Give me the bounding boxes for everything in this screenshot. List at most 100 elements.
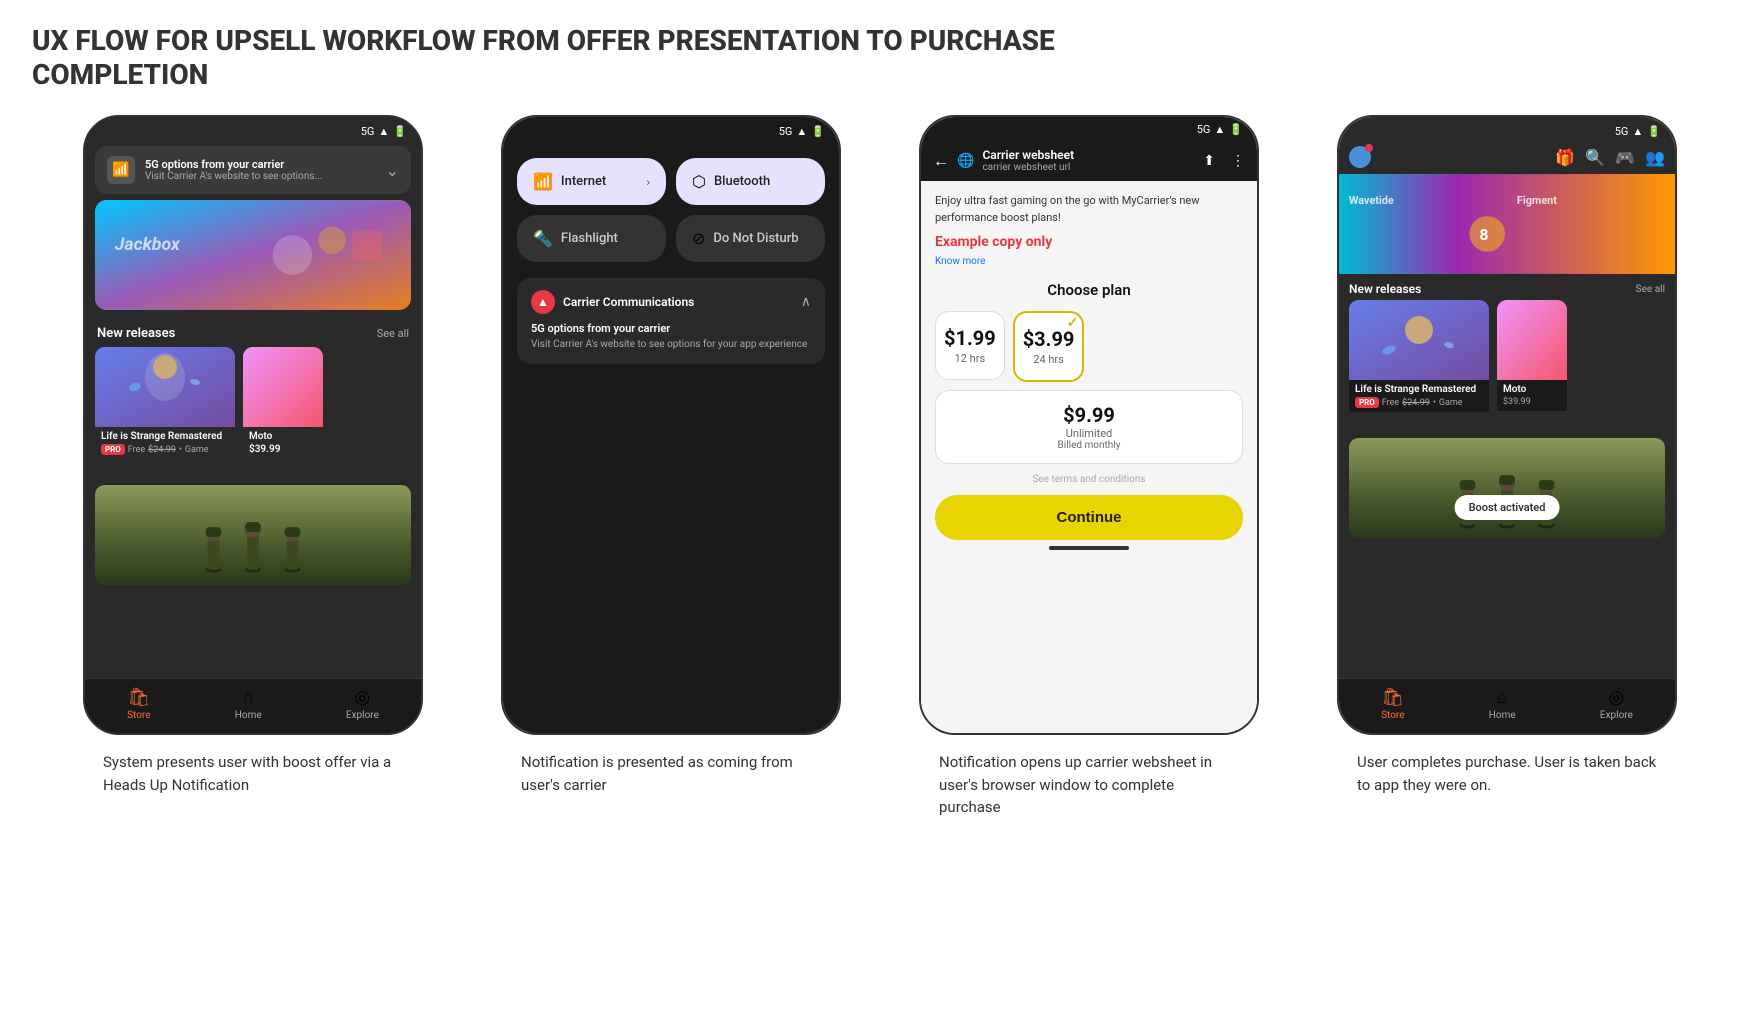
phone-2-caption: Notification is presented as coming from…: [521, 751, 821, 796]
phone-2-tile-bluetooth[interactable]: ⬡ Bluetooth: [676, 158, 825, 205]
phone-3-unlimited-billing: Billed monthly: [944, 440, 1234, 451]
phone-4-game-art-2: [1497, 300, 1567, 380]
phone-1-game-info-2: Moto $39.99: [243, 427, 323, 459]
phone-1-nav-explore[interactable]: ◎ Explore: [346, 687, 379, 721]
phone-3-plans-row: $1.99 12 hrs $3.99 24 hrs ✓: [935, 311, 1243, 382]
phone-4-game-art-1: [1349, 300, 1489, 380]
phone-1-pro-badge-1: PRO: [101, 444, 125, 455]
phone-4-signal-icon: ▲: [1632, 125, 1643, 138]
phone-4-nav-explore-label: Explore: [1600, 710, 1633, 721]
phone-1-nav-store[interactable]: 🛍 Store: [127, 687, 150, 721]
phone-4-bottom-nav: 🛍 Store ⌂ Home ◎ Explore: [1339, 678, 1675, 733]
phone-1-game-meta-2: $39.99: [249, 444, 317, 455]
phone-4-nav-home[interactable]: ⌂ Home: [1489, 687, 1516, 721]
phone-4-nav-store[interactable]: 🛍 Store: [1381, 687, 1404, 721]
phone-3-browser-topbar: ← 🌐 Carrier websheet carrier websheet ur…: [921, 140, 1257, 181]
phone-1-status-bar: 5G ▲ 🔋: [85, 117, 421, 142]
phone-4-nav-home-label: Home: [1489, 710, 1516, 721]
phone-4-old-price: $24.99: [1402, 398, 1430, 408]
phone-1-notif-icon: 📶: [107, 156, 135, 184]
phone-4-nav-explore[interactable]: ◎ Explore: [1600, 687, 1633, 721]
phone-1-bottom-nav: 🛍 Store ⌂ Home ◎ Explore: [85, 678, 421, 733]
phone-4-game-card-1[interactable]: Life is Strange Remastered PRO Free $24.…: [1349, 300, 1489, 430]
phone-1-game-type-label-1: Game: [185, 445, 209, 455]
phone-1-nav-home[interactable]: ⌂ Home: [235, 687, 262, 721]
phone-3-share-icon[interactable]: ⬆: [1203, 153, 1215, 169]
phone-3-url: carrier websheet url: [982, 162, 1195, 173]
phone-2-screen: 5G ▲ 🔋 📶 Internet › ⬡ Bluetooth: [503, 117, 839, 733]
phone-1-game-card-2[interactable]: Moto $39.99: [243, 347, 323, 477]
friends-icon[interactable]: 👥: [1645, 148, 1665, 167]
phone-3-unlimited-price: $9.99: [944, 403, 1234, 427]
home-icon: ⌂: [243, 687, 254, 708]
phone-1-battery-icon: 🔋: [393, 125, 407, 138]
phone-2-tile-internet[interactable]: 📶 Internet ›: [517, 158, 666, 205]
phone-1-game-type-1: •: [179, 445, 182, 455]
phone-1-screen: 5G ▲ 🔋 📶 5G options from your carrier Vi…: [85, 117, 421, 733]
phone-3-plan-1[interactable]: $1.99 12 hrs: [935, 311, 1005, 380]
phone-4-topbar: 🎁 🔍 🎮 👥: [1339, 142, 1675, 174]
phone-1-new-releases-header: New releases See all: [85, 316, 421, 347]
phone-1-notif-title: 5G options from your carrier: [145, 158, 376, 171]
phone-1-game-meta-1: PRO Free $24.99 • Game: [101, 444, 229, 455]
gamepad-icon[interactable]: 🎮: [1615, 148, 1635, 167]
phone-1-banner: Jackbox: [95, 200, 411, 310]
phone-1-frame: 5G ▲ 🔋 📶 5G options from your carrier Vi…: [83, 115, 423, 735]
phone-2-tile-flashlight-label: Flashlight: [561, 231, 618, 246]
phone-1-game-price-2: $39.99: [249, 444, 280, 455]
phone-1-notif-expand-icon[interactable]: ⌄: [386, 161, 399, 180]
svg-text:Wavetide: Wavetide: [1349, 194, 1394, 207]
phone-1-nav-explore-label: Explore: [346, 710, 379, 721]
wifi-icon: 📶: [533, 172, 553, 191]
phone-4-games-row: Life is Strange Remastered PRO Free $24.…: [1339, 300, 1675, 430]
phone-1-banner-bg: Jackbox: [95, 200, 411, 310]
phone-1-soldier-banner: [95, 485, 411, 585]
phone-3-plan-2-duration: 24 hrs: [1023, 353, 1075, 366]
phone-4-game-name-2: Moto: [1503, 384, 1561, 395]
phone-3-continue-button[interactable]: Continue: [935, 495, 1243, 540]
phone-1-notification[interactable]: 📶 5G options from your carrier Visit Car…: [95, 146, 411, 194]
phone-3-know-more-link[interactable]: Know more: [935, 256, 1243, 267]
phone-3-back-button[interactable]: ←: [933, 151, 949, 171]
phone-4-game-card-2[interactable]: Moto $39.99: [1497, 300, 1567, 430]
phone-4-see-all[interactable]: See all: [1636, 284, 1665, 295]
phone-4-game-info-2: Moto $39.99: [1497, 380, 1567, 411]
phone-2-carrier-notification[interactable]: ▲ Carrier Communications ∧ 5G options fr…: [517, 278, 825, 364]
svg-text:Figment: Figment: [1517, 194, 1557, 207]
dnd-icon: ⊘: [692, 229, 705, 248]
bluetooth-icon: ⬡: [692, 172, 706, 191]
phone-4-game-type: Game: [1439, 398, 1463, 408]
phone-2-tile-flashlight[interactable]: 🔦 Flashlight: [517, 215, 666, 262]
phone-1-see-all[interactable]: See all: [377, 327, 409, 340]
phone-4-explore-icon: ◎: [1609, 687, 1625, 708]
svg-text:Jackbox: Jackbox: [115, 235, 181, 255]
phone-3-plan-2-checkmark: ✓: [1067, 315, 1079, 331]
phone-4-caption: User completes purchase. User is taken b…: [1357, 751, 1657, 796]
search-icon[interactable]: 🔍: [1585, 148, 1605, 167]
svg-text:8: 8: [1479, 225, 1488, 244]
phone-2-carrier-notif-body: Visit Carrier A's website to see options…: [531, 338, 811, 352]
phone-2-carrier-icon: ▲: [531, 290, 555, 314]
phone-1-signal-icon: ▲: [378, 125, 389, 138]
phone-4-avatar: [1349, 146, 1371, 168]
phone-1-section-title: New releases: [97, 326, 175, 341]
phone-2-tile-dnd[interactable]: ⊘ Do Not Disturb: [676, 215, 825, 262]
phone-3-url-area: Carrier websheet carrier websheet url: [982, 148, 1195, 173]
phone-4-soldier-banner: Boost activated: [1349, 438, 1665, 538]
phone-4-free-label: Free: [1382, 398, 1399, 408]
phone-2-carrier-expand-icon[interactable]: ∧: [801, 294, 811, 310]
phone-4-topbar-icons: 🎁 🔍 🎮 👥: [1555, 148, 1665, 167]
phone-1-game-name-1: Life is Strange Remastered: [101, 431, 229, 442]
phone-3-battery-icon: 🔋: [1229, 123, 1243, 136]
phone-3-unlimited-plan[interactable]: $9.99 Unlimited Billed monthly: [935, 390, 1243, 464]
phone-1-game-card-1[interactable]: Life is Strange Remastered PRO Free $24.…: [95, 347, 235, 477]
gift-icon[interactable]: 🎁: [1555, 148, 1575, 167]
phone-1-caption: System presents user with boost offer vi…: [103, 751, 403, 796]
phone-3-choose-plan-title: Choose plan: [935, 281, 1243, 299]
phone-2-carrier-notif-title: 5G options from your carrier: [531, 322, 811, 335]
store-icon: 🛍: [127, 687, 150, 708]
phone-3-body-text-1: Enjoy ultra fast gaming on the go with M…: [935, 193, 1243, 226]
phone-4-5g: 5G: [1615, 125, 1629, 138]
phone-3-plan-1-wrap: $1.99 12 hrs: [935, 311, 1005, 382]
phone-3-more-icon[interactable]: ⋮: [1231, 153, 1245, 169]
